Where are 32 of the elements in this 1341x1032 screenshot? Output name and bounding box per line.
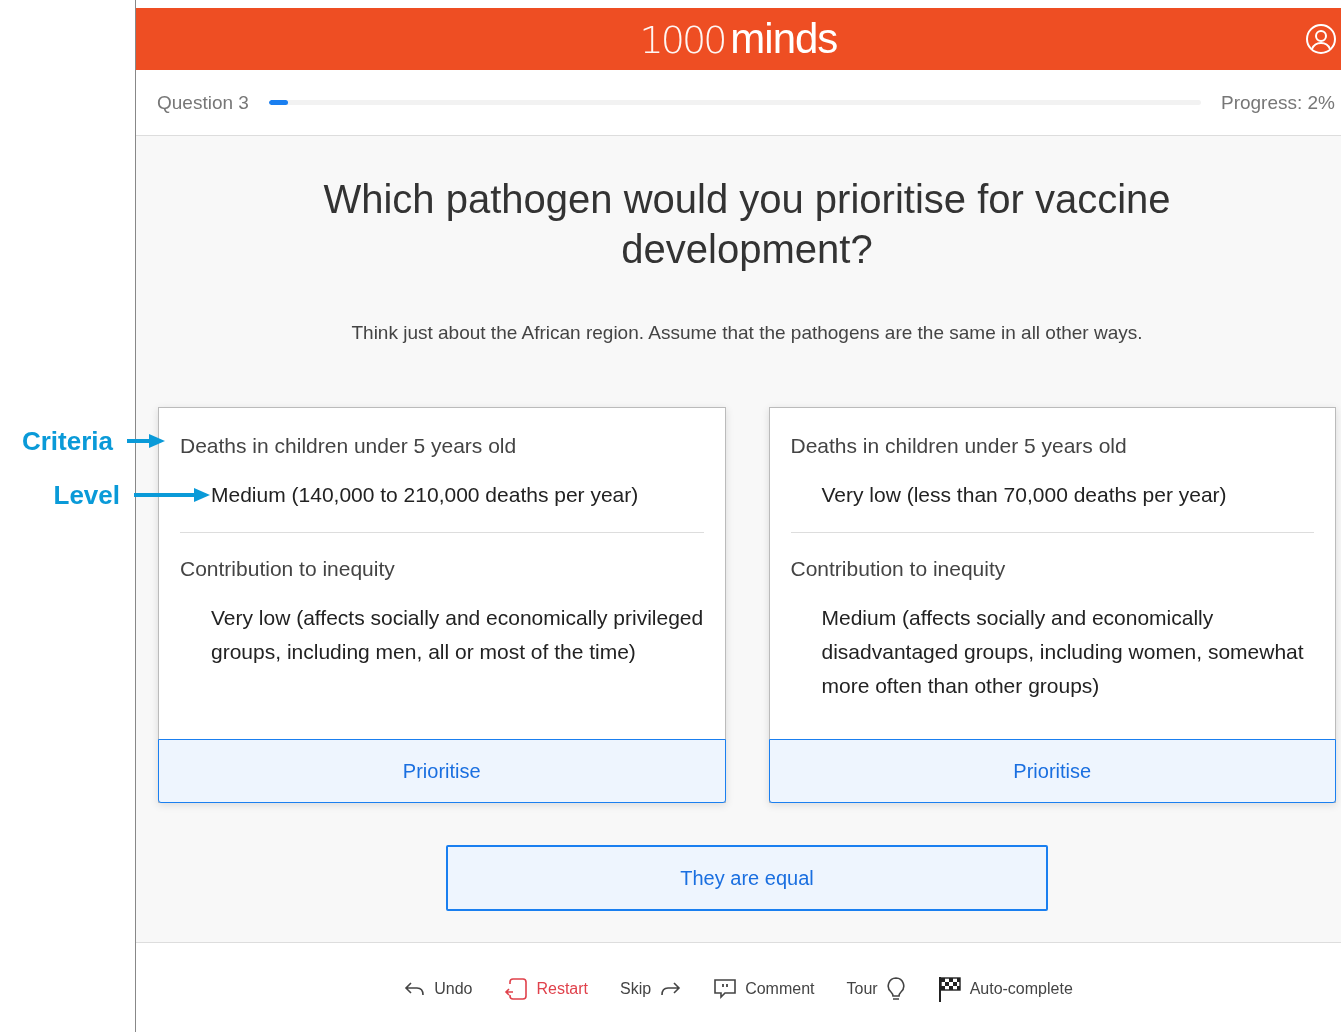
criterion-text: Contribution to inequity [180,557,396,581]
level-text: Very low (less than 70,000 deaths per year) [820,482,1228,508]
undo-icon [404,979,427,998]
user-icon[interactable] [1305,23,1337,55]
criterion-text: Deaths in children under 5 years old [180,434,518,458]
equal-button[interactable]: They are equal [446,845,1048,911]
lightbulb-icon [885,975,906,1002]
action-button[interactable]: Auto-complete [937,975,1073,1002]
action-button[interactable]: Tour [846,975,906,1002]
action-button[interactable]: Restart [504,976,588,1001]
level-text: Very low (affects socially and economically privileged groups, including men, all or most of the time) [210,605,704,665]
question-title: Which pathogen would you prioritise for vaccine development? [322,176,1172,273]
comment-icon [713,977,738,1000]
action-button[interactable]: Undo [404,979,473,998]
restart-icon [504,976,529,1001]
instruction-text: Think just about the African region. Assume that the pathogens are the same in all other ways. [350,322,1144,344]
redo-icon [659,979,682,998]
criterion-text: Contribution to inequity [790,557,1007,581]
arrow-icon [134,487,210,503]
logo-text: minds [730,15,838,63]
level-text: Medium (140,000 to 210,000 deaths per year) [210,482,640,508]
prioritise-button[interactable]: Prioritise [768,739,1336,803]
logo-text: 1000 [639,18,725,62]
action-button[interactable]: Comment [713,977,815,1000]
checkered-flag-icon [937,975,962,1002]
prioritise-button[interactable]: Prioritise [158,739,726,803]
criterion-text: Deaths in children under 5 years old [790,434,1128,458]
action-button[interactable]: Skip [620,979,682,998]
progress-reading: Progress: 2% [1220,91,1335,114]
arrow-icon [127,433,165,449]
question-number: Question 3 [157,91,249,114]
level-text: Medium (affects socially and economically disadvantaged groups, including women, somewhat more often than other groups) [820,605,1305,699]
